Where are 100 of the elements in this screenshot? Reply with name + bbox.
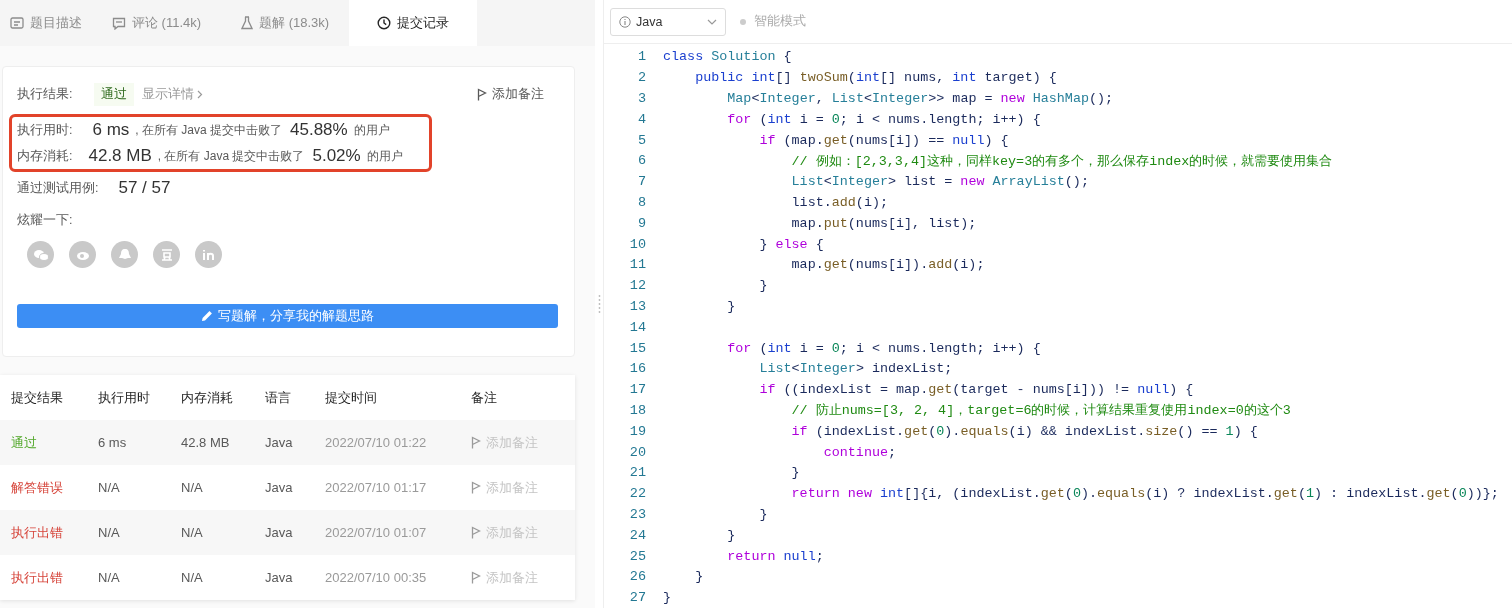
line-number: 18 [628, 402, 646, 418]
code-line: // 防止nums=[3, 2, 4]，target=6的时候，计算结果重复使用index=0的这个3 [790, 402, 1291, 420]
table-cell-text: Java [265, 570, 294, 585]
flag-icon [477, 88, 487, 101]
code-line: continue; [822, 444, 897, 460]
line-number: 22 [628, 486, 646, 502]
stat-text: , 在所有 Java 提交中击败了 [135, 121, 282, 139]
pencil-icon [201, 310, 213, 322]
line-number: 1 [636, 49, 646, 65]
stat-label: 执行用时: [17, 121, 73, 139]
stat-text: , 在所有 Java 提交中击败了 [157, 147, 305, 165]
table-cell-text: N/A [98, 570, 121, 585]
line-number: 8 [636, 194, 646, 210]
code-line: Map<Integer, List<Integer>> map = new HashMap(); [726, 90, 1114, 106]
dot-icon [740, 18, 746, 25]
line-number: 7 [636, 174, 646, 190]
line-number: 14 [628, 319, 646, 335]
column-header: 执行用时 [98, 388, 151, 407]
column-header: 语言 [265, 388, 292, 407]
code-line: if (map.get(nums[i]) == null) { [758, 132, 1009, 148]
table-cell-text: N/A [98, 525, 121, 540]
flag-icon [471, 436, 481, 449]
code-line: if ((indexList = map.get(target - nums[i])) != null) { [758, 382, 1194, 398]
line-number: 25 [628, 548, 646, 564]
code-line: } [694, 569, 704, 585]
code-line: // 例如：[2,3,3,4]这种，同样key=3的有多个，那么保存index的时候，就需要使用集合 [790, 152, 1333, 170]
code-line: class Solution { [663, 49, 792, 65]
code-line: List<Integer> indexList; [758, 361, 953, 377]
tests-value: 57 / 57 [118, 178, 171, 198]
code-line: } [663, 590, 672, 606]
stat-value: 42.8 MB [88, 146, 152, 166]
clock-icon [377, 16, 392, 30]
column-header: 备注 [471, 388, 498, 407]
table-cell-text: 2022/07/10 01:07 [325, 525, 428, 540]
add-note-link[interactable]: 添加备注 [471, 568, 575, 587]
line-number: 13 [628, 298, 646, 314]
line-number: 26 [628, 569, 646, 585]
line-number: 16 [628, 361, 646, 377]
line-number: 17 [628, 382, 646, 398]
add-note-link[interactable]: 添加备注 [471, 478, 575, 497]
line-number: 23 [628, 506, 646, 522]
line-number: 2 [636, 70, 646, 86]
table-cell-text: 2022/07/10 00:35 [325, 570, 428, 585]
eye-icon[interactable] [69, 241, 96, 268]
in-icon[interactable] [195, 241, 222, 268]
info-icon [619, 15, 631, 28]
code-line: } [758, 278, 768, 294]
chevron-down-icon [707, 18, 717, 25]
smart-mode-toggle[interactable]: 智能模式 [740, 13, 806, 31]
tab[interactable]: 题目描述 [0, 0, 92, 46]
flask-icon [241, 16, 254, 30]
line-number: 15 [628, 340, 646, 356]
table-row[interactable]: 执行出错 N/A N/A Java 2022/07/10 00:35 添加备注 [0, 555, 575, 600]
table-cell-text: Java [265, 435, 294, 450]
result-cell[interactable]: 执行出错 [11, 568, 98, 587]
stat-suffix: 的用户 [353, 121, 390, 139]
share-label: 炫耀一下: [17, 212, 73, 229]
tab[interactable]: 题解 (18.3k) [221, 0, 350, 46]
write-solution-button[interactable]: 写题解，分享我的解题思路 [17, 304, 558, 328]
table-cell-text: N/A [181, 480, 204, 495]
result-label: 执行结果: [17, 86, 73, 103]
language-select[interactable]: Java [610, 7, 726, 36]
code-line: for (int i = 0; i < nums.length; i++) { [726, 340, 1041, 356]
line-number: 12 [628, 278, 646, 294]
code-line: map.get(nums[i]).add(i); [790, 257, 985, 273]
line-number: 19 [628, 423, 646, 439]
code-line: } [790, 465, 800, 481]
column-header: 提交时间 [325, 388, 378, 407]
table-cell-text: Java [265, 525, 294, 540]
stat-percent: 5.02% [312, 146, 361, 166]
document-icon [10, 17, 24, 29]
line-number: 5 [636, 132, 646, 148]
flag-icon [471, 481, 481, 494]
result-cell[interactable]: 执行出错 [11, 523, 98, 542]
line-number: 6 [636, 153, 646, 169]
comment-icon [112, 16, 126, 30]
drag-handle[interactable] [597, 294, 601, 314]
chevron-icon [197, 90, 204, 99]
code-line: for (int i = 0; i < nums.length; i++) { [726, 111, 1041, 127]
code-line: List<Integer> list = new ArrayList(); [790, 174, 1089, 190]
tab[interactable]: 评论 (11.4k) [92, 0, 222, 46]
code-line: public int[] twoSum(int[] nums, int target) { [694, 70, 1057, 86]
table-cell-text: N/A [98, 480, 121, 495]
result-cell[interactable]: 通过 [11, 433, 98, 452]
code-line: } [758, 506, 768, 522]
line-number: 11 [628, 257, 646, 273]
tab[interactable]: 提交记录 [349, 0, 478, 46]
table-row[interactable]: 解答错误 N/A N/A Java 2022/07/10 01:17 添加备注 [0, 465, 575, 510]
result-cell[interactable]: 解答错误 [11, 478, 98, 497]
code-line: if (indexList.get(0).equals(i) && indexList.size() == 1) { [790, 423, 1258, 439]
table-cell-text: N/A [181, 525, 204, 540]
line-number: 21 [628, 465, 646, 481]
line-number: 27 [628, 590, 646, 606]
code-line: list.add(i); [790, 194, 888, 210]
add-note-button[interactable]: 添加备注 [477, 86, 544, 103]
chat-bubbles-icon[interactable] [27, 241, 54, 268]
table-cell-text: Java [265, 480, 294, 495]
line-number: 4 [636, 111, 646, 127]
stat-suffix: 的用户 [366, 147, 403, 165]
details-link[interactable]: 显示详情 [142, 86, 204, 103]
